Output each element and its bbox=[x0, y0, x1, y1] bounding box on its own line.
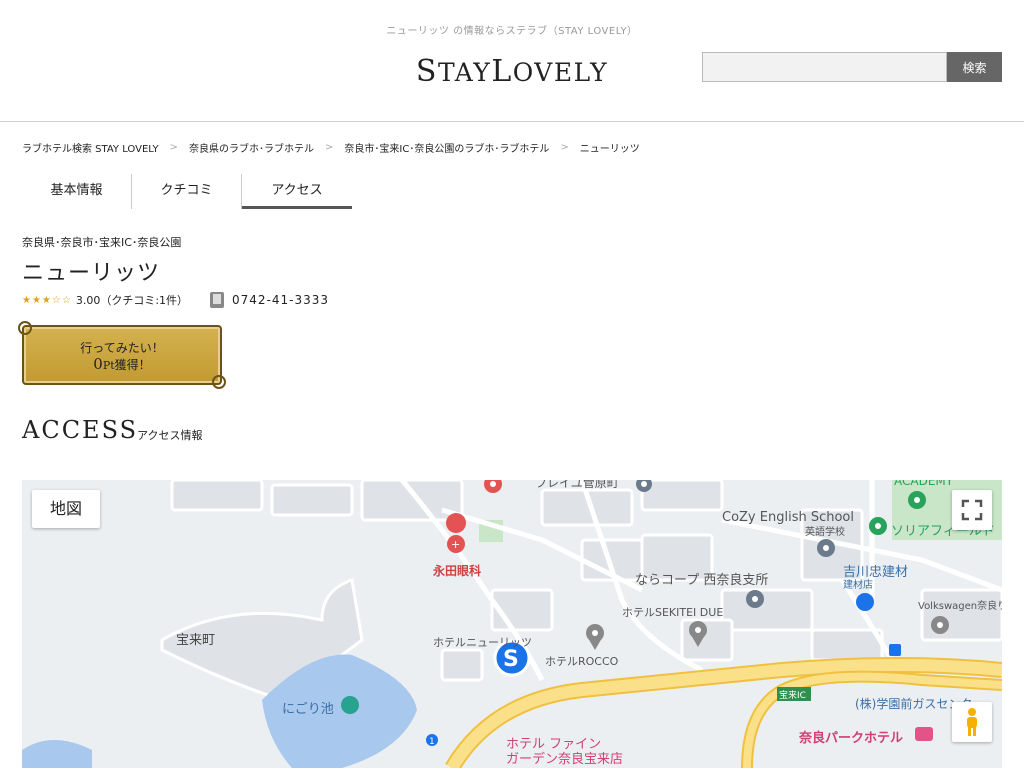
want-to-go-button[interactable]: 行ってみたい！ 0Pt獲得！ bbox=[18, 321, 226, 389]
access-subtitle: アクセス情報 bbox=[137, 429, 203, 442]
svg-text:+: + bbox=[451, 538, 460, 551]
bus-stop-icon bbox=[889, 644, 901, 656]
google-map[interactable]: + 1 S 宝来町 にごり池 永田眼科 ホテルニューリッツ ホテルROCCO ホ… bbox=[22, 480, 1002, 768]
phone-number[interactable]: 0742-41-3333 bbox=[232, 293, 329, 307]
map-label-ic: 宝来IC bbox=[779, 691, 806, 701]
access-title: ACCESS bbox=[22, 416, 139, 444]
hotel-name: ニューリッツ bbox=[22, 261, 161, 286]
pin-narapark-icon bbox=[915, 727, 933, 741]
logo-letter-s: S bbox=[415, 54, 438, 89]
pin-cozy-icon bbox=[817, 539, 835, 557]
site-tagline: ニューリッツ の情報ならステラブ（STAY LOVELY） bbox=[386, 26, 638, 37]
badge-line1: 行ってみたい！ bbox=[80, 341, 164, 355]
map-label-vw: Volkswagen奈良り bbox=[918, 601, 1002, 612]
street-view-button[interactable] bbox=[952, 702, 992, 742]
map-label-sekitei: ホテルSEKITEI DUE bbox=[622, 606, 724, 619]
breadcrumb-separator: > bbox=[560, 142, 569, 153]
badge-points-suffix: 獲得！ bbox=[114, 358, 151, 372]
breadcrumb-current: ニューリッツ bbox=[579, 144, 640, 155]
map-label-rocco: ホテルROCCO bbox=[545, 655, 619, 668]
tab-reviews[interactable]: クチコミ bbox=[132, 174, 242, 209]
map-label-newritz: ホテルニューリッツ bbox=[433, 636, 532, 649]
breadcrumb-area[interactable]: 奈良市･宝来IC･奈良公園のラブホ･ラブホテル bbox=[344, 140, 549, 155]
map-label-narakoop: ならコープ 西奈良支所 bbox=[635, 573, 769, 588]
pin-narakoop-icon bbox=[746, 590, 764, 608]
pegman-icon bbox=[967, 708, 977, 736]
fullscreen-button[interactable] bbox=[952, 490, 992, 530]
tab-basic-info[interactable]: 基本情報 bbox=[22, 174, 132, 209]
pin-academy-icon bbox=[908, 491, 926, 509]
pin-yoshikawa-icon bbox=[856, 593, 874, 611]
badge-points: 0Pt獲得！ bbox=[24, 355, 220, 373]
rating-text: 3.00（クチコミ:1件） bbox=[75, 294, 189, 307]
map-label-fine2: ガーデン奈良宝来店 bbox=[506, 752, 624, 767]
hotel-area: 奈良県･奈良市･宝来IC･奈良公園 bbox=[22, 236, 182, 249]
map-label-nagata: 永田眼科 bbox=[433, 564, 482, 578]
map-label-tokyodo: フレイユ菅原町 bbox=[535, 480, 619, 490]
breadcrumb-separator: > bbox=[325, 142, 334, 153]
search-button[interactable]: 検索 bbox=[947, 52, 1002, 82]
map-canvas: + 1 S bbox=[22, 480, 1002, 768]
pin-nigoriike-icon bbox=[341, 696, 359, 714]
search-form: 検索 bbox=[702, 52, 1002, 82]
logo-letter-l: L bbox=[491, 54, 513, 89]
tab-access[interactable]: アクセス bbox=[242, 174, 352, 209]
badge-points-value: 0 bbox=[93, 355, 103, 373]
breadcrumb-separator: > bbox=[169, 142, 179, 153]
breadcrumb-prefecture[interactable]: 奈良県のラブホ･ラブホテル bbox=[189, 140, 314, 155]
pin-solia-icon bbox=[869, 517, 887, 535]
route-number: 1 bbox=[429, 737, 435, 747]
star-rating-icon: ★★★☆☆ bbox=[22, 294, 72, 306]
map-label-yoshikawa-sub: 建材店 bbox=[843, 580, 873, 591]
map-label-narapark: 奈良パークホテル bbox=[799, 731, 904, 746]
map-label-nigoriike: にごり池 bbox=[282, 702, 334, 717]
header: ニューリッツ の情報ならステラブ（STAY LOVELY） STAYLOVELY… bbox=[0, 0, 1024, 122]
logo-text-tay: TAY bbox=[437, 58, 492, 87]
badge-points-unit: Pt bbox=[102, 359, 115, 372]
logo-text-ovely: OVELY bbox=[512, 58, 609, 87]
svg-text:S: S bbox=[503, 647, 519, 672]
pin-vw-icon bbox=[931, 616, 949, 634]
breadcrumb: ラブホテル検索 STAY LOVELY > 奈良県のラブホ･ラブホテル > 奈良… bbox=[22, 140, 640, 155]
rating-row: ★★★☆☆ 3.00（クチコミ:1件） 0742-41-3333 bbox=[22, 292, 329, 308]
map-label-takaracho: 宝来町 bbox=[176, 633, 216, 648]
breadcrumb-home[interactable]: ラブホテル検索 STAY LOVELY bbox=[22, 140, 159, 155]
hotel-tabs: 基本情報 クチコミ アクセス bbox=[22, 174, 352, 209]
search-input[interactable] bbox=[702, 52, 947, 82]
map-label-cozy-sub: 英語学校 bbox=[805, 527, 845, 538]
phone-icon bbox=[210, 292, 225, 308]
fullscreen-icon bbox=[961, 499, 983, 521]
map-label-academy: ACADEMY bbox=[894, 480, 954, 488]
map-type-button[interactable]: 地図 bbox=[32, 490, 100, 528]
